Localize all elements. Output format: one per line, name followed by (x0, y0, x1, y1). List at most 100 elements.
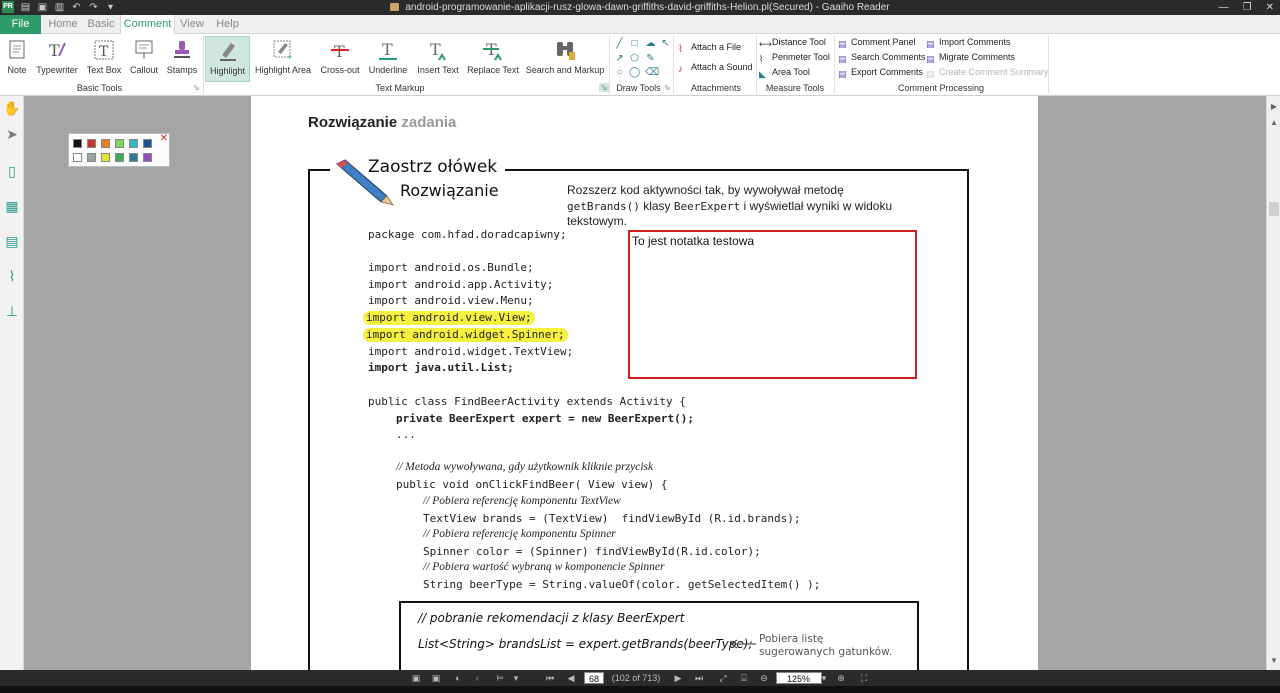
ellipse-icon[interactable]: ○ (614, 67, 625, 78)
line-icon[interactable]: ╱ (614, 38, 625, 49)
zoom-input[interactable]: 125% (776, 672, 822, 684)
migrate-comments-button[interactable]: ▤ Migrate Comments (926, 51, 1015, 64)
tab-comment[interactable]: Comment (120, 15, 175, 34)
select-cursor-icon[interactable]: ➤ (3, 125, 21, 143)
first-page-icon[interactable]: ⏮ (544, 672, 556, 684)
page-number-input[interactable]: 68 (584, 672, 604, 684)
summary-icon: ▤ (926, 69, 935, 79)
arrow-up-left-icon[interactable]: ↖ (660, 38, 671, 49)
text-box-button[interactable]: T Text Box (85, 36, 123, 82)
underline-button[interactable]: T Underline (367, 36, 409, 82)
perimeter-tool-button[interactable]: ⌇ Perimeter Tool (759, 51, 830, 64)
color-swatch[interactable] (87, 153, 96, 162)
scroll-down-icon[interactable]: ▼ (1269, 656, 1279, 666)
last-page-icon[interactable]: ⏭ (693, 672, 705, 684)
polygon-icon[interactable]: ⬠ (629, 53, 640, 64)
zoom-in-icon[interactable]: ⊕ (835, 672, 847, 684)
next-page-icon[interactable]: ▶ (672, 672, 684, 684)
vertical-scrollbar[interactable]: ▶ ▲ ▼ (1266, 96, 1280, 670)
create-comment-summary-button[interactable]: ▤ Create Comment Summary (926, 66, 1049, 79)
export-comments-button[interactable]: ▤ Export Comments (838, 66, 923, 79)
signature-icon[interactable]: ⊥ (3, 302, 21, 320)
previous-page-icon[interactable]: ◀ (565, 672, 577, 684)
attach-sound-button[interactable]: ♪ Attach a Sound (678, 61, 753, 75)
svg-text:T: T (334, 42, 345, 61)
zoom-dropdown-icon[interactable]: ▾ (820, 672, 828, 684)
scrollbar-thumb[interactable] (1269, 202, 1279, 216)
cross-out-button[interactable]: T Cross-out (318, 36, 362, 82)
attachments-paperclip-icon[interactable]: ⌇ (3, 267, 21, 285)
close-icon[interactable]: ✕ (1266, 1, 1274, 14)
scroll-up-icon[interactable]: ▲ (1269, 118, 1279, 128)
insert-text-button[interactable]: T Insert Text (415, 36, 461, 82)
attach-file-button[interactable]: ⌇ Attach a File (678, 41, 741, 55)
rectangle-icon[interactable]: □ (629, 38, 640, 49)
restore-icon[interactable]: ❐ (1243, 1, 1252, 14)
tab-basic[interactable]: Basic (85, 15, 117, 34)
actual-size-icon[interactable]: ⌸ (738, 672, 750, 684)
full-screen-icon[interactable]: ⛶ (858, 672, 870, 684)
highlight-area-icon: + (273, 40, 292, 62)
code-line: String beerType = String.valueOf(color. … (423, 578, 821, 591)
continuous-icon[interactable]: ▣ (430, 672, 442, 684)
tab-help[interactable]: Help (210, 15, 245, 34)
annotation-text[interactable]: To jest notatka testowa (632, 234, 754, 248)
distance-tool-button[interactable]: ⟷Distance Tool (759, 36, 826, 49)
import-comments-button[interactable]: ▤ Import Comments (926, 36, 1011, 49)
single-page-icon[interactable]: ▣ (410, 672, 422, 684)
typewriter-icon: T (49, 41, 66, 60)
divider (609, 36, 610, 94)
minimize-icon[interactable]: — (1219, 1, 1229, 14)
fit-page-icon[interactable]: ⤢ (717, 672, 729, 684)
color-swatch[interactable] (101, 153, 110, 162)
highlighted-code-line[interactable]: import android.view.View; (363, 311, 535, 325)
highlight-button[interactable]: Highlight (205, 36, 250, 82)
eraser-icon[interactable]: ⌫ (645, 67, 659, 78)
palette-close-icon[interactable]: ✕ (160, 133, 168, 144)
color-swatch[interactable] (129, 153, 138, 162)
circle-icon[interactable]: ◯ (629, 67, 640, 78)
replace-text-button[interactable]: T Replace Text (465, 36, 521, 82)
color-swatch[interactable] (143, 139, 152, 148)
hand-icon[interactable]: ✋ (3, 99, 21, 117)
zoom-out-icon[interactable]: ⊖ (758, 672, 770, 684)
highlighted-code-line[interactable]: import android.widget.Spinner; (363, 328, 568, 342)
handwritten-note: sugerowanych gatunków. (759, 646, 893, 658)
color-swatch[interactable] (73, 153, 82, 162)
color-swatch[interactable] (115, 153, 124, 162)
typewriter-button[interactable]: T Typewriter (35, 36, 79, 82)
rotate-right-icon[interactable]: ◐ (472, 672, 484, 684)
callout-button[interactable]: Callout (127, 36, 161, 82)
stamps-button[interactable]: Stamps (165, 36, 199, 82)
arrow-icon[interactable]: ↗ (614, 53, 625, 64)
tab-home[interactable]: Home (43, 15, 83, 34)
tab-view[interactable]: View (176, 15, 208, 34)
thumbnails-icon[interactable]: ▦ (3, 197, 21, 215)
comment-panel-button[interactable]: ▤ Comment Panel (838, 36, 916, 49)
fit-dropdown-icon[interactable]: ▾ (512, 672, 520, 684)
draw-tools-launcher-icon[interactable]: ⬂ (664, 83, 671, 92)
color-swatch[interactable] (101, 139, 110, 148)
color-swatch[interactable] (129, 139, 138, 148)
comments-panel-icon[interactable]: ▤ (3, 232, 21, 250)
expand-panel-icon[interactable]: ▶ (1269, 102, 1279, 112)
search-and-markup-button[interactable]: Search and Markup (525, 36, 605, 82)
text-box-icon: T (94, 40, 114, 60)
color-swatch[interactable] (73, 139, 82, 148)
basic-tools-launcher-icon[interactable]: ⬂ (193, 83, 200, 92)
tab-file[interactable]: File (0, 15, 41, 34)
color-swatch[interactable] (143, 153, 152, 162)
ribbon: Note T Typewriter T Text Box Callout Sta… (0, 34, 1280, 96)
search-comments-button[interactable]: ▤ Search Comments (838, 51, 926, 64)
area-tool-button[interactable]: ◣ Area Tool (759, 66, 810, 79)
rotate-icon[interactable]: ◐ (452, 672, 464, 684)
pencil-icon[interactable]: ✎ (645, 53, 656, 64)
highlight-area-button[interactable]: + Highlight Area (254, 36, 312, 82)
text-box-annotation[interactable]: To jest notatka testowa (628, 230, 917, 379)
color-swatch[interactable] (115, 139, 124, 148)
cloud-icon[interactable]: ☁ (645, 38, 656, 49)
bookmarks-icon[interactable]: ▯ (3, 162, 21, 180)
note-button[interactable]: Note (3, 36, 31, 82)
color-swatch[interactable] (87, 139, 96, 148)
fit-width-icon[interactable]: ⊨ (494, 672, 506, 684)
